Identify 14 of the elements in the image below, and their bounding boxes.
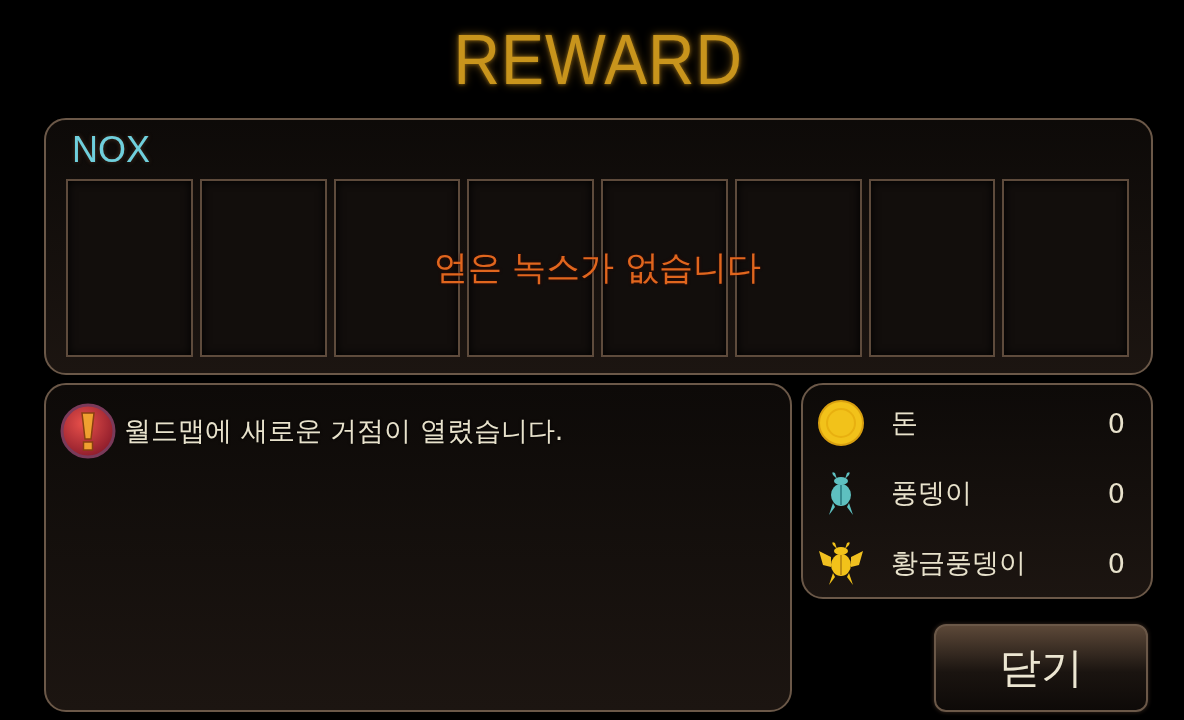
resource-amount: 0 — [1107, 547, 1125, 579]
nox-label: NOX — [72, 128, 150, 172]
resource-name: 풍뎅이 — [891, 476, 973, 510]
beetle-icon — [817, 539, 865, 587]
resource-name: 돈 — [891, 406, 919, 440]
reward-title: REWARD — [453, 20, 744, 101]
empty-message: 얻은 녹스가 없습니다 — [433, 246, 762, 289]
alert-icon — [60, 403, 116, 459]
close-button[interactable]: 닫기 — [934, 624, 1148, 712]
coin-icon — [817, 399, 865, 447]
resource-name: 황금풍뎅이 — [891, 546, 1027, 580]
message-text: 월드맵에 새로운 거점이 열렸습니다. — [124, 414, 564, 448]
resource-amount: 0 — [1107, 477, 1125, 509]
resource-amount: 0 — [1107, 407, 1125, 439]
